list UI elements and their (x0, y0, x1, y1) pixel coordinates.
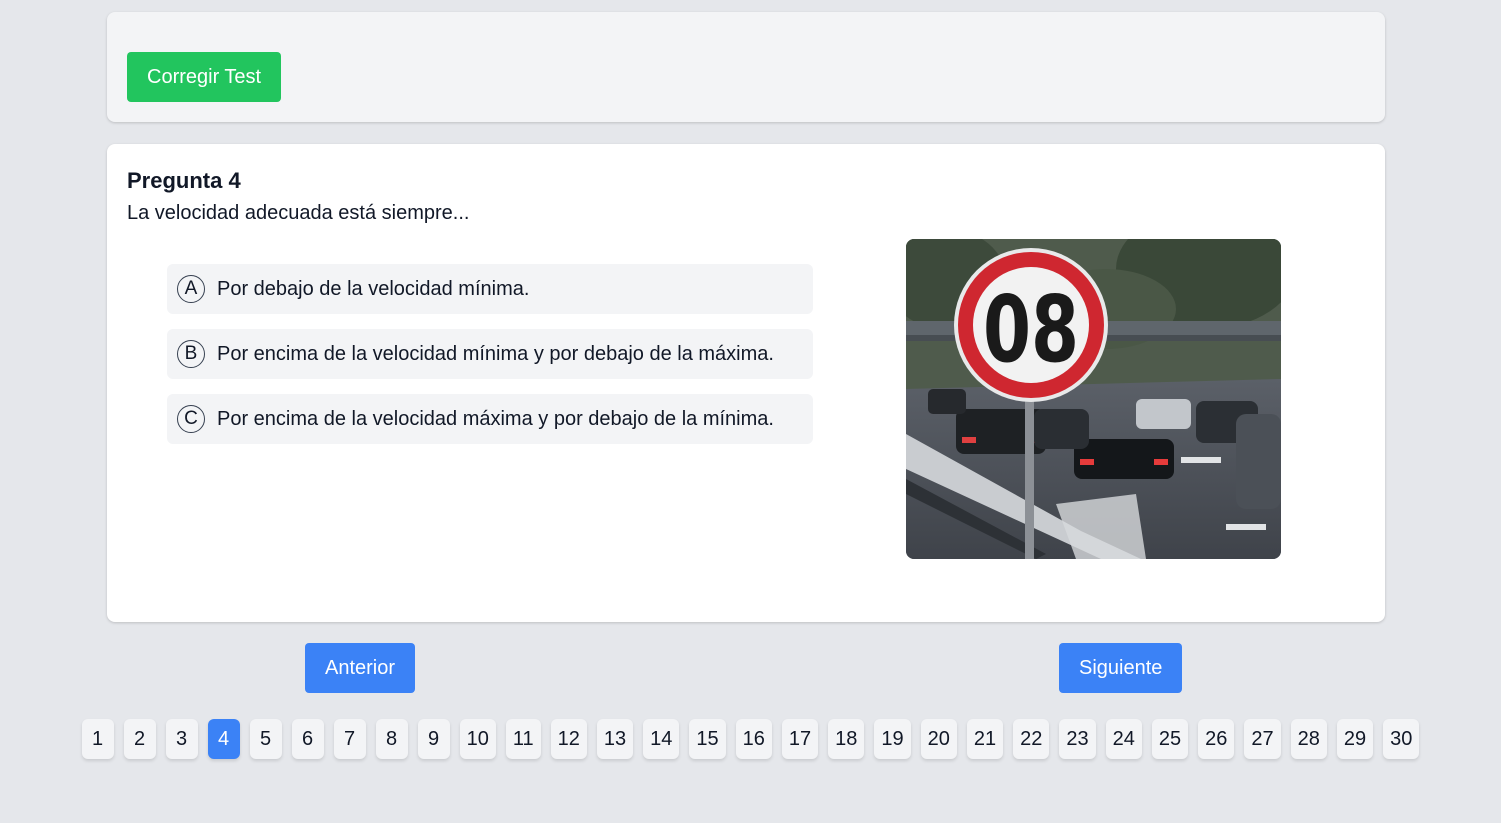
toolbar-card: Corregir Test (107, 12, 1385, 122)
page-button-21[interactable]: 21 (966, 719, 1004, 759)
page-button-29[interactable]: 29 (1336, 719, 1374, 759)
next-button[interactable]: Siguiente (1059, 643, 1183, 693)
question-text: La velocidad adecuada está siempre... (127, 202, 470, 224)
page-button-23[interactable]: 23 (1059, 719, 1096, 759)
page-button-11[interactable]: 11 (505, 719, 541, 759)
page-button-24[interactable]: 24 (1105, 719, 1142, 759)
option-letter: C (177, 405, 205, 433)
sign-number: 08 (983, 276, 1079, 383)
question-image: 08 (906, 239, 1281, 559)
page-button-16[interactable]: 16 (735, 719, 772, 759)
page-button-17[interactable]: 17 (781, 719, 819, 759)
option-text: Por encima de la velocidad máxima y por … (217, 407, 774, 430)
question-title: Pregunta 4 (127, 168, 241, 193)
page-button-22[interactable]: 22 (1013, 719, 1050, 759)
page-button-19[interactable]: 19 (874, 719, 911, 759)
option-letter: B (177, 340, 205, 368)
page-button-20[interactable]: 20 (920, 719, 957, 759)
page-button-18[interactable]: 18 (828, 719, 865, 759)
page-button-15[interactable]: 15 (689, 719, 726, 759)
page-button-1[interactable]: 1 (81, 719, 114, 759)
page-button-30[interactable]: 30 (1383, 719, 1420, 759)
page-button-10[interactable]: 10 (459, 719, 496, 759)
page-button-5[interactable]: 5 (249, 719, 282, 759)
answer-option-b[interactable]: B Por encima de la velocidad mínima y po… (167, 329, 813, 379)
question-card: Pregunta 4 La velocidad adecuada está si… (107, 144, 1385, 622)
page-button-4[interactable]: 4 (207, 719, 240, 759)
answer-options: A Por debajo de la velocidad mínima. B P… (167, 264, 813, 459)
page-button-28[interactable]: 28 (1290, 719, 1327, 759)
question-pagination: 1 2 3 4 5 6 7 8 9 10 11 12 13 14 15 16 17 18 19 20 21 22 23 24 2… (0, 719, 1501, 759)
page-button-27[interactable]: 27 (1244, 719, 1281, 759)
previous-button[interactable]: Anterior (305, 643, 416, 693)
page-button-3[interactable]: 3 (165, 719, 198, 759)
page-button-14[interactable]: 14 (643, 719, 680, 759)
answer-option-c[interactable]: C Por encima de la velocidad máxima y po… (167, 394, 813, 444)
page-button-13[interactable]: 13 (596, 719, 634, 759)
page-button-9[interactable]: 9 (417, 719, 450, 759)
page-button-2[interactable]: 2 (123, 719, 156, 759)
page-button-25[interactable]: 25 (1151, 719, 1189, 759)
page-button-12[interactable]: 12 (550, 719, 587, 759)
option-text: Por encima de la velocidad mínima y por … (217, 342, 774, 365)
option-text: Por debajo de la velocidad mínima. (217, 277, 530, 300)
page-button-8[interactable]: 8 (375, 719, 408, 759)
page-button-26[interactable]: 26 (1198, 719, 1235, 759)
page-button-6[interactable]: 6 (291, 719, 324, 759)
answer-option-a[interactable]: A Por debajo de la velocidad mínima. (167, 264, 813, 314)
page-button-7[interactable]: 7 (333, 719, 366, 759)
correct-test-button[interactable]: Corregir Test (127, 52, 282, 102)
option-letter: A (177, 275, 205, 303)
